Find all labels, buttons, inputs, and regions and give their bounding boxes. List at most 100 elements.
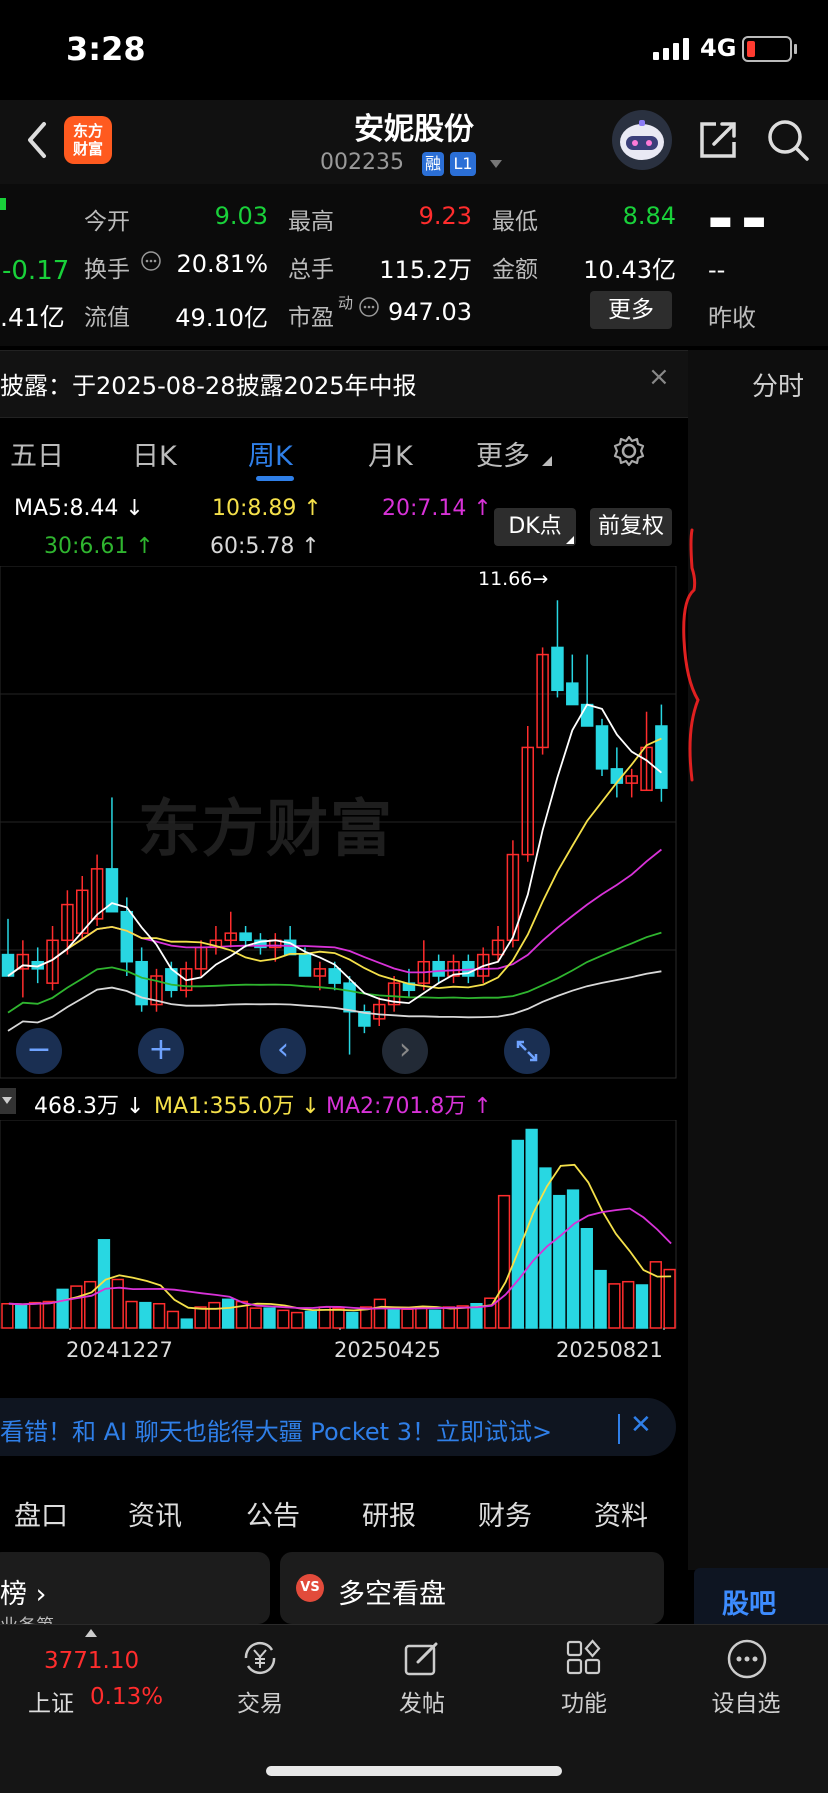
- tab-research[interactable]: 研报: [362, 1494, 416, 1533]
- ma10-line: [7, 737, 662, 990]
- volume-ma1: MA1:355.0万 ↓: [154, 1094, 320, 1119]
- stock-forum-label: 股吧: [722, 1589, 776, 1620]
- low-value: 8.84: [622, 202, 676, 230]
- candle-body: [655, 725, 668, 789]
- change-value: -0.17: [2, 256, 70, 286]
- volume-bar: [622, 1280, 635, 1329]
- volume-bar: [28, 1301, 42, 1329]
- index-name: 上证: [28, 1691, 74, 1717]
- zoom-in-button[interactable]: +: [138, 1028, 184, 1074]
- search-icon[interactable]: [766, 118, 810, 162]
- status-time: 3:28: [66, 30, 146, 68]
- right-price-placeholder: ▬ ▬: [708, 206, 767, 236]
- price-indicator: [0, 198, 6, 210]
- tab-more[interactable]: 更多: [476, 434, 530, 473]
- share-icon[interactable]: [696, 118, 740, 162]
- candlestick-chart[interactable]: [0, 566, 688, 1086]
- volume-bar: [208, 1301, 221, 1329]
- ranking-card-title: 榜 ›: [0, 1579, 47, 1610]
- tab-weekly-k[interactable]: 周K: [248, 434, 293, 473]
- right-change-placeholder: --: [708, 256, 726, 284]
- ma5-line: [7, 703, 662, 1005]
- scroll-right-button[interactable]: ›: [382, 1028, 428, 1074]
- candle-body: [432, 960, 445, 977]
- tab-news[interactable]: 资讯: [128, 1494, 182, 1533]
- ma30-label: 30:6.61 ↑: [44, 534, 154, 559]
- expand-icon: [516, 1040, 538, 1062]
- tab-intraday[interactable]: 分时: [752, 366, 804, 403]
- amount-partial: .41亿: [0, 303, 65, 332]
- volume-bar: [608, 1283, 621, 1329]
- tab-order-book[interactable]: 盘口: [14, 1494, 68, 1533]
- volume-bar: [566, 1189, 580, 1329]
- robot-assistant-avatar[interactable]: [612, 110, 672, 170]
- volume-bar: [456, 1305, 469, 1329]
- tab-5day[interactable]: 五日: [10, 434, 64, 473]
- indicator-dropdown-icon[interactable]: [0, 1088, 16, 1114]
- nav-post[interactable]: 发帖: [362, 1684, 482, 1718]
- index-value[interactable]: 3771.10: [44, 1648, 139, 1674]
- functions-grid-icon[interactable]: [564, 1638, 604, 1678]
- candle-body: [298, 953, 312, 977]
- volume-chart[interactable]: [0, 1120, 688, 1330]
- volume-bar: [553, 1194, 566, 1329]
- volume-bar: [166, 1310, 180, 1329]
- notice-close-button[interactable]: ×: [648, 362, 670, 392]
- volume-bar: [180, 1318, 193, 1329]
- candle-body: [343, 982, 356, 1013]
- nav-trade[interactable]: 交易: [200, 1684, 320, 1718]
- stock-code[interactable]: 002235: [320, 150, 404, 175]
- index-change-pct: 0.13%: [90, 1684, 164, 1710]
- volume-bar: [304, 1310, 318, 1329]
- volume-label: 总手: [288, 257, 334, 283]
- level-tag: L1: [450, 152, 476, 176]
- active-tab-underline: [256, 476, 294, 481]
- volume-bar: [346, 1311, 359, 1329]
- candle-body: [566, 682, 579, 706]
- volume-bar: [428, 1309, 442, 1329]
- volume-value: 115.2万: [379, 256, 472, 284]
- trade-yen-icon[interactable]: [238, 1638, 282, 1678]
- x-tick-label: 20241227: [66, 1338, 173, 1362]
- adjust-mode-button[interactable]: 前复权: [590, 508, 672, 546]
- volume-bar: [15, 1304, 28, 1329]
- gear-icon[interactable]: [612, 434, 646, 468]
- open-label: 今开: [84, 209, 130, 235]
- post-edit-icon[interactable]: [402, 1638, 442, 1678]
- volume-bar: [594, 1269, 607, 1329]
- volume-bar: [139, 1301, 152, 1329]
- tab-profile[interactable]: 资料: [594, 1494, 648, 1533]
- tab-monthly-k[interactable]: 月K: [368, 434, 413, 473]
- volume-bar: [1, 1302, 14, 1329]
- nav-add-watchlist[interactable]: 设自选: [686, 1684, 806, 1718]
- volume-bar: [153, 1302, 166, 1329]
- volume-ma2: MA2:701.8万 ↑: [326, 1094, 492, 1119]
- volume-bar: [111, 1278, 124, 1329]
- notice-text: 预披露：于2025-08-28披露2025年中报: [0, 372, 417, 400]
- volume-bar: [70, 1285, 83, 1329]
- banner-close-button[interactable]: ✕: [630, 1410, 652, 1440]
- promo-banner-text[interactable]: 看错！和 AI 聊天也能得大疆 Pocket 3！立即试试>: [0, 1412, 552, 1447]
- pe-dynamic-sup: 动: [338, 294, 354, 312]
- ma10-label: 10:8.89 ↑: [212, 496, 322, 521]
- home-indicator: [266, 1766, 562, 1776]
- candle-body: [551, 646, 564, 692]
- more-circle-icon[interactable]: [726, 1638, 768, 1680]
- info-dots-icon[interactable]: [140, 250, 162, 272]
- volume-bar: [125, 1300, 138, 1329]
- nav-functions[interactable]: 功能: [524, 1684, 644, 1718]
- zoom-out-button[interactable]: −: [16, 1028, 62, 1074]
- tab-daily-k[interactable]: 日K: [132, 434, 177, 473]
- volume-bar: [497, 1194, 511, 1329]
- volume-bar: [249, 1307, 262, 1329]
- dk-point-button[interactable]: DK点: [494, 508, 576, 546]
- caret-down-icon[interactable]: [488, 158, 504, 170]
- info-dots-icon[interactable]: [358, 296, 380, 318]
- tab-financials[interactable]: 财务: [478, 1494, 532, 1533]
- candle-body: [239, 932, 252, 942]
- tab-announcements[interactable]: 公告: [246, 1494, 300, 1533]
- scroll-left-button[interactable]: ‹: [260, 1028, 306, 1074]
- more-quote-button[interactable]: 更多: [590, 291, 672, 329]
- vs-icon: VS: [296, 1574, 324, 1602]
- fullscreen-button[interactable]: [504, 1028, 550, 1074]
